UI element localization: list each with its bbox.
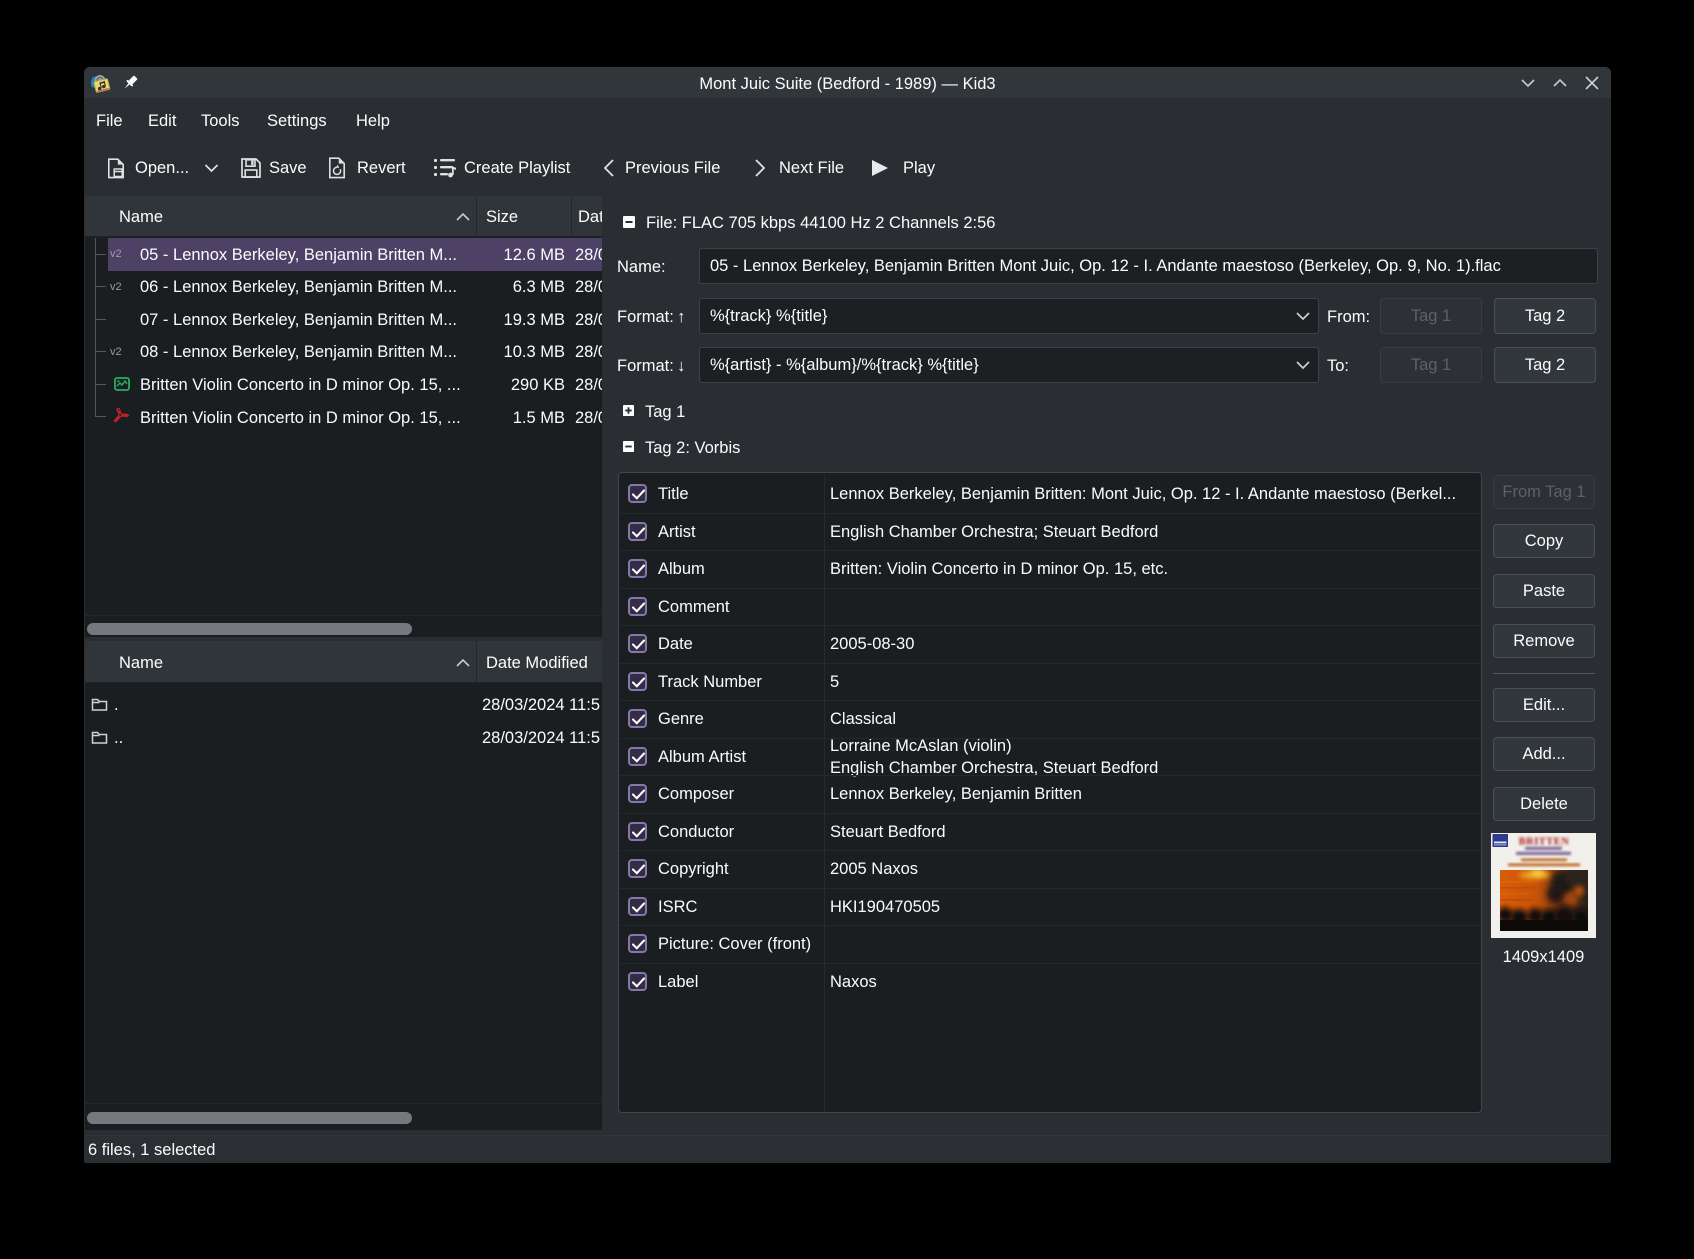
svg-text:BRITTEN: BRITTEN — [1519, 837, 1570, 848]
